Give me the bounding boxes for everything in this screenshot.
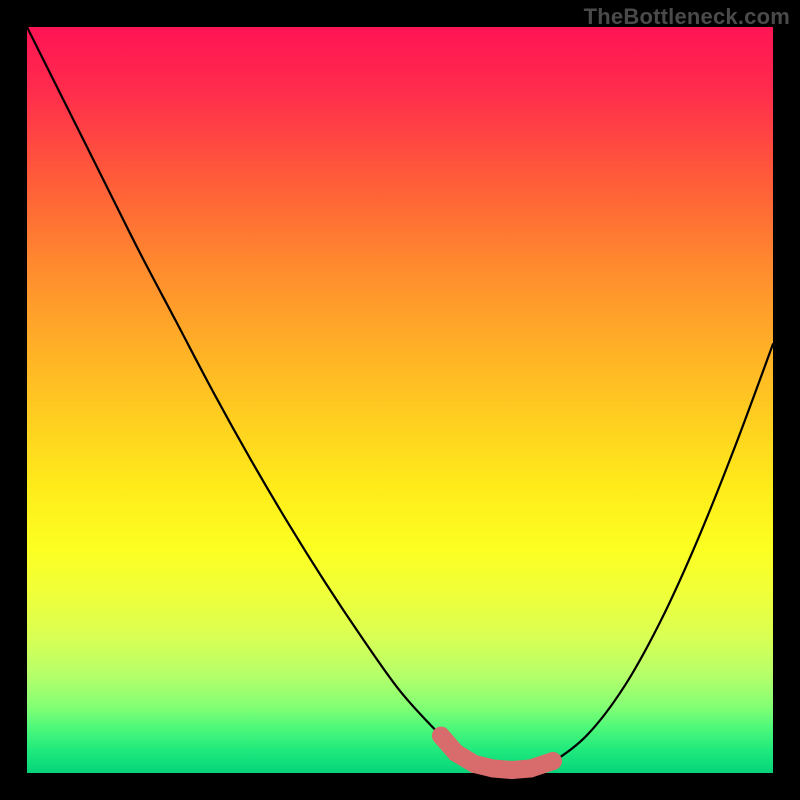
chart-svg [27,27,773,773]
optimal-range-marker [432,727,450,745]
watermark-text: TheBottleneck.com [584,4,790,30]
optimal-range-marker [544,752,562,770]
optimal-range-marker [503,761,521,779]
optimal-range-markers [432,727,562,779]
optimal-range-marker [447,744,465,762]
optimal-range-marker [484,760,502,778]
optimal-range-marker [466,755,484,773]
optimal-range-marker [522,760,540,778]
chart-frame: TheBottleneck.com [0,0,800,800]
bottleneck-curve [27,27,773,770]
